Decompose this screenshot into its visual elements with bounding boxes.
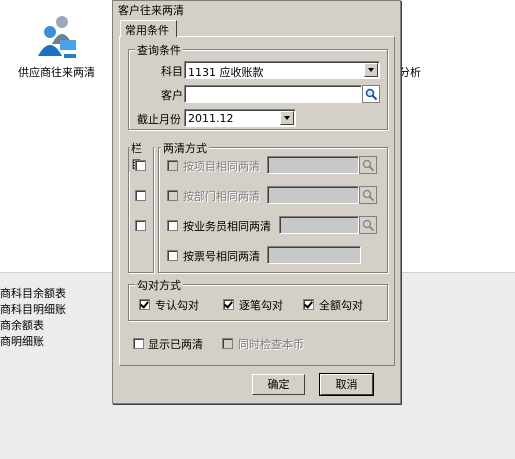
search-icon xyxy=(365,88,378,101)
by-project-label: 按项目相同两清 xyxy=(183,160,260,173)
by-salesperson-label: 按业务员相同两清 xyxy=(183,220,271,233)
salesperson-search-button[interactable] xyxy=(359,216,377,234)
by-project-checkbox[interactable] xyxy=(167,160,178,171)
full-amount-label: 全额勾对 xyxy=(319,299,363,312)
tab-common-conditions[interactable]: 常用条件 xyxy=(120,20,177,37)
list-item[interactable]: 商科目明细账 xyxy=(0,302,66,318)
search-icon xyxy=(362,189,375,202)
list-item[interactable]: 商余额表 xyxy=(0,318,66,334)
month-value: 2011.12 xyxy=(188,112,234,125)
group-title: 查询条件 xyxy=(135,42,183,58)
column-checkbox-1[interactable] xyxy=(135,160,146,171)
query-conditions-group: 查询条件 科目 1131 应收账款 客户 截止月份 2011.12 xyxy=(128,42,388,130)
month-combo[interactable]: 2011.12 xyxy=(184,109,296,127)
customer-search-button[interactable] xyxy=(362,85,380,103)
department-search-button[interactable] xyxy=(359,186,377,204)
department-input[interactable] xyxy=(267,186,359,204)
supplier-people-icon[interactable] xyxy=(36,14,80,60)
column-group: 栏目 xyxy=(128,140,154,273)
column-checkbox-2[interactable] xyxy=(135,190,146,201)
group-title: 两清方式 xyxy=(161,140,209,156)
chevron-down-icon[interactable] xyxy=(280,111,294,125)
subject-value: 1131 应收账款 xyxy=(188,66,264,79)
dialog-titlebar[interactable]: 客户往来两清 xyxy=(113,1,400,17)
item-by-item-label: 逐笔勾对 xyxy=(239,299,283,312)
dialog-title: 客户往来两清 xyxy=(118,4,184,17)
report-list: 商科目余额表 商科目明细账 商余额表 商明细账 xyxy=(0,286,66,350)
by-invoice-number-label: 按票号相同两清 xyxy=(183,250,260,263)
group-title: 勾对方式 xyxy=(135,277,183,293)
cancel-button[interactable]: 取消 xyxy=(319,373,374,396)
check-base-currency-checkbox[interactable] xyxy=(222,338,233,349)
by-invoice-number-checkbox[interactable] xyxy=(167,250,178,261)
subject-combo[interactable]: 1131 应收账款 xyxy=(184,61,380,79)
special-check-checkbox[interactable] xyxy=(139,299,150,310)
by-department-label: 按部门相同两清 xyxy=(183,190,260,203)
subject-label: 科目 xyxy=(161,65,183,78)
customer-label: 客户 xyxy=(161,89,183,102)
special-check-label: 专认勾对 xyxy=(155,299,199,312)
chevron-down-icon[interactable] xyxy=(364,63,378,77)
month-label: 截止月份 xyxy=(137,113,181,126)
customer-clearing-dialog: 客户往来两清 常用条件 查询条件 科目 1131 应收账款 客户 截止月份 20… xyxy=(112,0,401,404)
check-base-currency-label: 同时检查本币 xyxy=(238,338,304,351)
invoice-number-input[interactable] xyxy=(267,246,361,264)
search-icon xyxy=(362,219,375,232)
ok-button[interactable]: 确定 xyxy=(252,374,305,395)
list-item[interactable]: 商科目余额表 xyxy=(0,286,66,302)
list-item[interactable]: 商明细账 xyxy=(0,334,66,350)
project-search-button[interactable] xyxy=(359,156,377,174)
item-by-item-checkbox[interactable] xyxy=(223,299,234,310)
show-cleared-checkbox[interactable] xyxy=(133,338,144,349)
full-amount-checkbox[interactable] xyxy=(303,299,314,310)
desktop-icon-label[interactable]: 供应商往来两清 xyxy=(18,64,95,80)
show-cleared-label: 显示已两清 xyxy=(148,338,203,351)
clearing-method-group: 两清方式 按项目相同两清 按部门相同两清 按业务员相同两清 按票号相同两清 xyxy=(158,140,388,273)
partial-analysis-label[interactable]: 分析 xyxy=(399,64,421,80)
by-salesperson-checkbox[interactable] xyxy=(167,220,178,231)
salesperson-input[interactable] xyxy=(279,216,359,234)
project-input[interactable] xyxy=(267,156,359,174)
column-checkbox-3[interactable] xyxy=(135,220,146,231)
tab-label: 常用条件 xyxy=(125,24,169,37)
search-icon xyxy=(362,159,375,172)
tab-panel: 查询条件 科目 1131 应收账款 客户 截止月份 2011.12 栏 两清方式… xyxy=(119,36,395,366)
customer-input[interactable] xyxy=(184,85,362,103)
check-mode-group: 勾对方式 专认勾对 逐笔勾对 全额勾对 xyxy=(128,277,388,321)
by-department-checkbox[interactable] xyxy=(167,190,178,201)
